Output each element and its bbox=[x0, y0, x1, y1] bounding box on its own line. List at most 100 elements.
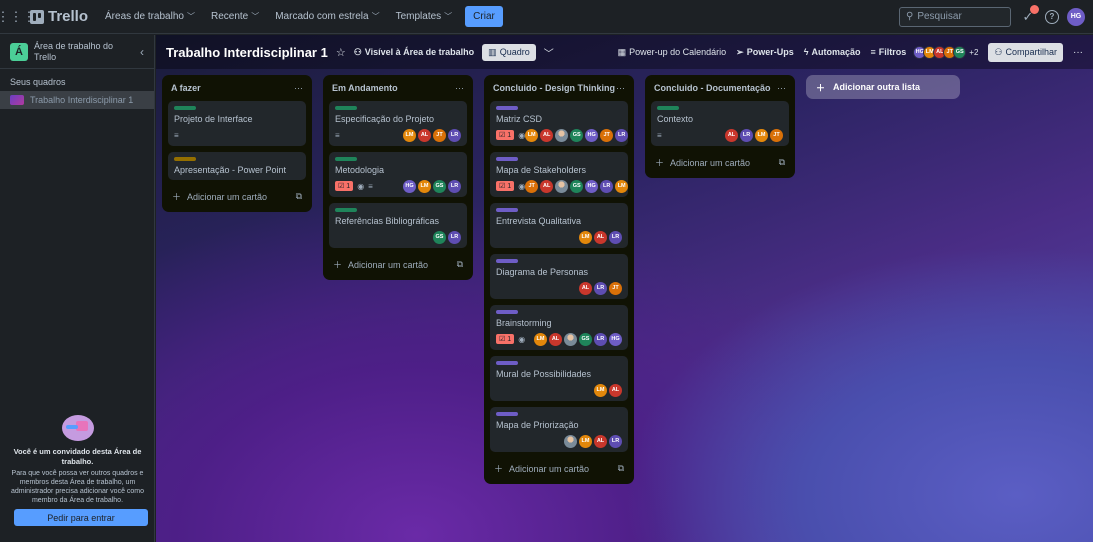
add-list-button[interactable]: ＋ Adicionar outra lista bbox=[806, 75, 960, 99]
member-avatar[interactable]: LM bbox=[403, 128, 416, 142]
card-label[interactable] bbox=[174, 106, 196, 110]
card-template-icon[interactable]: ⧉ bbox=[779, 157, 785, 168]
search-input[interactable]: ⚲ Pesquisar bbox=[899, 6, 1011, 27]
member-avatar[interactable]: GS bbox=[953, 45, 967, 59]
add-card-button[interactable]: ＋ Adicionar um cartão ⧉ bbox=[329, 254, 467, 274]
card-label[interactable] bbox=[496, 157, 518, 161]
nav-templates[interactable]: Templates ﹀ bbox=[391, 7, 458, 26]
card[interactable]: Referências Bibliográficas GS LR bbox=[329, 203, 467, 248]
card-label[interactable] bbox=[496, 208, 518, 212]
photo-avatar[interactable] bbox=[555, 179, 569, 193]
member-avatar[interactable]: LM bbox=[755, 128, 768, 142]
member-avatar[interactable]: JT bbox=[600, 128, 614, 142]
member-avatar[interactable]: LM bbox=[579, 230, 592, 244]
member-avatar[interactable]: LR bbox=[740, 128, 753, 142]
member-avatar[interactable]: LR bbox=[594, 281, 607, 295]
nav-workspaces[interactable]: Áreas de trabalho ﹀ bbox=[100, 7, 200, 26]
card[interactable]: Apresentação - Power Point bbox=[168, 152, 306, 180]
card[interactable]: Diagrama de Personas AL LR JT bbox=[490, 254, 628, 299]
apps-grid-icon[interactable]: ⋮⋮⋮ bbox=[0, 9, 36, 25]
card-template-icon[interactable]: ⧉ bbox=[296, 191, 302, 202]
member-avatar[interactable]: LM bbox=[534, 332, 547, 346]
share-button[interactable]: ⚇ Compartilhar bbox=[988, 42, 1063, 62]
photo-avatar[interactable] bbox=[564, 332, 577, 346]
card-label[interactable] bbox=[657, 106, 679, 110]
more-members-count[interactable]: +2 bbox=[969, 48, 978, 57]
member-avatar[interactable]: HG bbox=[585, 179, 599, 193]
member-avatar[interactable]: JT bbox=[525, 179, 539, 193]
list-title[interactable]: Concluido - Design Thinking bbox=[493, 83, 615, 93]
card[interactable]: Metodologia ☑ 1 ◉ ≡ HG LM GS LR bbox=[329, 152, 467, 197]
help-icon[interactable]: ? bbox=[1045, 9, 1059, 24]
member-avatar[interactable]: GS bbox=[570, 128, 584, 142]
card-template-icon[interactable]: ⧉ bbox=[457, 259, 463, 270]
member-avatar[interactable]: LM bbox=[579, 434, 592, 448]
add-card-button[interactable]: ＋ Adicionar um cartão ⧉ bbox=[490, 458, 628, 478]
list-menu-icon[interactable]: ··· bbox=[294, 83, 303, 93]
workspace-name[interactable]: Área de trabalho do Trello bbox=[34, 41, 134, 63]
trello-logo[interactable]: Trello bbox=[30, 8, 88, 25]
visibility-button[interactable]: ⚇ Visível à Área de trabalho bbox=[354, 47, 474, 58]
member-avatar[interactable]: GS bbox=[433, 179, 446, 193]
member-avatar[interactable]: HG bbox=[585, 128, 599, 142]
list-menu-icon[interactable]: ··· bbox=[616, 83, 625, 93]
chevron-down-icon[interactable]: ﹀ bbox=[544, 45, 554, 60]
member-avatar[interactable]: LR bbox=[448, 179, 461, 193]
card[interactable]: Projeto de Interface ≡ bbox=[168, 101, 306, 146]
filters-button[interactable]: ≡ Filtros bbox=[870, 47, 906, 57]
card[interactable]: Especificação do Projeto ≡ LM AL JT LR bbox=[329, 101, 467, 146]
card-template-icon[interactable]: ⧉ bbox=[618, 463, 624, 474]
notifications-icon[interactable]: ✓ bbox=[1019, 4, 1039, 26]
card-label[interactable] bbox=[335, 157, 357, 161]
member-avatar[interactable]: GS bbox=[579, 332, 592, 346]
powerups-button[interactable]: ➢ Power-Ups bbox=[736, 47, 794, 58]
star-icon[interactable]: ☆ bbox=[336, 46, 346, 59]
card[interactable]: Mapa de Stakeholders ☑ 1 ◉ JT AL GS HG LR LM bbox=[490, 152, 629, 197]
member-avatar[interactable]: AL bbox=[540, 128, 554, 142]
more-options-icon[interactable]: ··· bbox=[1073, 47, 1083, 58]
member-avatar[interactable]: GS bbox=[570, 179, 584, 193]
list-menu-icon[interactable]: ··· bbox=[777, 83, 786, 93]
member-avatar[interactable]: AL bbox=[549, 332, 562, 346]
member-avatar[interactable]: JT bbox=[770, 128, 783, 142]
member-avatar[interactable]: LR bbox=[448, 128, 461, 142]
card-label[interactable] bbox=[496, 361, 518, 365]
automation-button[interactable]: ϟ Automação bbox=[804, 47, 861, 57]
card-label[interactable] bbox=[174, 157, 196, 161]
photo-avatar[interactable] bbox=[564, 434, 577, 448]
member-avatar[interactable]: LM bbox=[594, 383, 607, 397]
board-title[interactable]: Trabalho Interdisciplinar 1 bbox=[166, 45, 328, 60]
account-avatar[interactable]: HG bbox=[1067, 7, 1085, 26]
list-title[interactable]: Concluido - Documentação bbox=[654, 83, 771, 93]
request-join-button[interactable]: Pedir para entrar bbox=[14, 509, 148, 526]
member-avatar[interactable]: JT bbox=[433, 128, 446, 142]
nav-recent[interactable]: Recente ﹀ bbox=[206, 7, 264, 26]
card[interactable]: Entrevista Qualitativa LM AL LR bbox=[490, 203, 628, 248]
nav-starred[interactable]: Marcado com estrela ﹀ bbox=[270, 7, 384, 26]
create-button[interactable]: Criar bbox=[465, 6, 503, 27]
add-card-button[interactable]: ＋ Adicionar um cartão ⧉ bbox=[651, 152, 789, 172]
member-avatar[interactable]: LR bbox=[609, 230, 622, 244]
photo-avatar[interactable] bbox=[555, 128, 569, 142]
card[interactable]: Matriz CSD ☑ 1 ◉ LM AL GS HG JT LR bbox=[490, 101, 629, 146]
member-avatar[interactable]: GS bbox=[433, 230, 446, 244]
card-label[interactable] bbox=[335, 106, 357, 110]
calendar-powerup-button[interactable]: ▦ Power-up do Calendário bbox=[618, 47, 727, 58]
list-title[interactable]: Em Andamento bbox=[332, 83, 398, 93]
member-avatar[interactable]: JT bbox=[609, 281, 622, 295]
member-avatar[interactable]: AL bbox=[540, 179, 554, 193]
card[interactable]: Brainstorming ☑ 1 ◉ LM AL GS LR HG bbox=[490, 305, 628, 350]
member-avatar[interactable]: AL bbox=[594, 230, 607, 244]
card-label[interactable] bbox=[496, 412, 518, 416]
member-avatar[interactable]: LR bbox=[609, 434, 622, 448]
member-avatar[interactable]: AL bbox=[725, 128, 738, 142]
member-avatar[interactable]: AL bbox=[594, 434, 607, 448]
card[interactable]: Mural de Possibilidades LM AL bbox=[490, 356, 628, 401]
member-avatar[interactable]: LM bbox=[418, 179, 431, 193]
member-avatar[interactable]: LM bbox=[525, 128, 539, 142]
card-label[interactable] bbox=[496, 106, 518, 110]
member-avatar[interactable]: LR bbox=[615, 128, 629, 142]
member-avatar[interactable]: LR bbox=[594, 332, 607, 346]
member-avatar[interactable]: AL bbox=[418, 128, 431, 142]
member-avatar[interactable]: AL bbox=[579, 281, 592, 295]
